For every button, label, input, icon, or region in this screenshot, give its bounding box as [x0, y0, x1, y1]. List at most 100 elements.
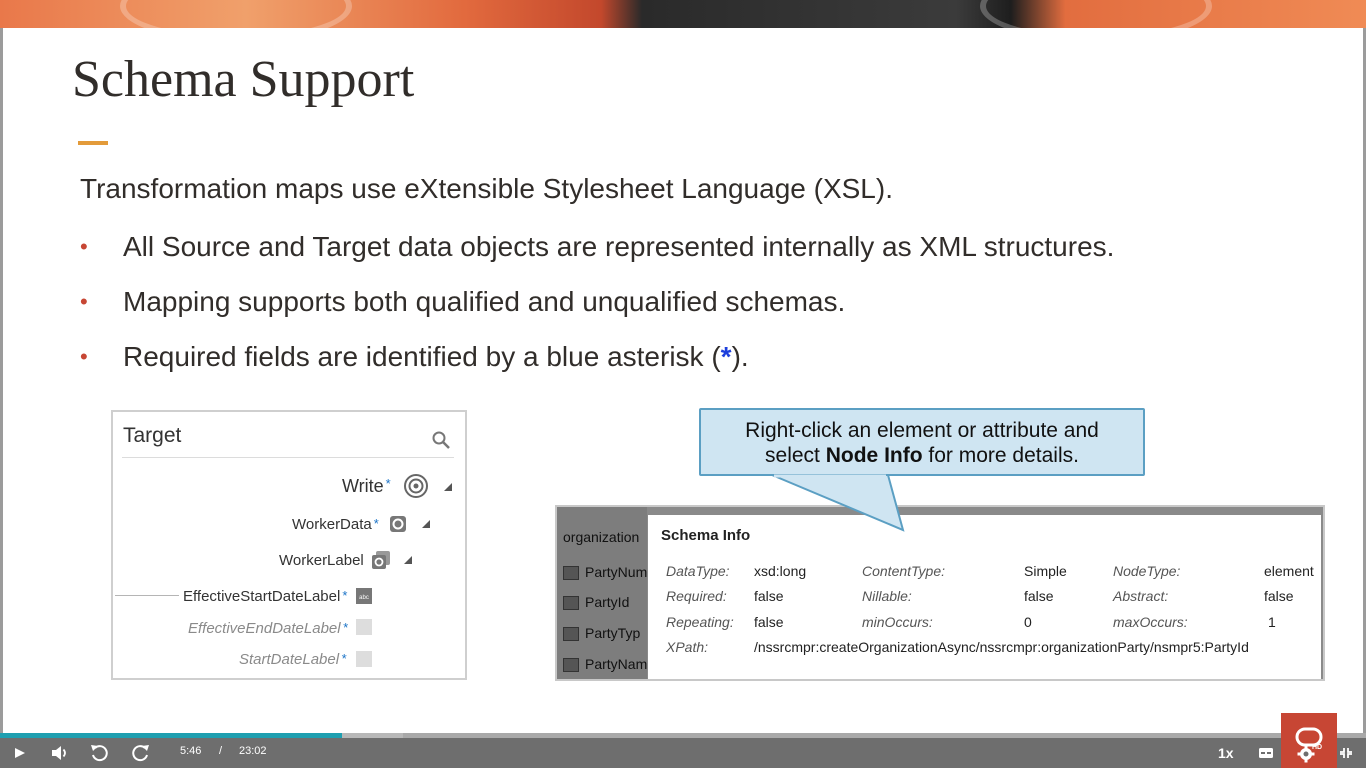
banner-wave	[980, 0, 1212, 28]
type-icon	[563, 658, 579, 673]
schema-info-screenshot: organization PartyNum PartyId PartyTyp P…	[555, 505, 1325, 681]
abstract-label: Abstract:	[1113, 588, 1169, 604]
string-type-icon	[356, 651, 372, 667]
repeating-element-icon	[372, 551, 390, 569]
node-effective-end[interactable]: EffectiveEndDateLabel *	[188, 620, 348, 637]
volume-icon[interactable]	[50, 742, 70, 764]
nillable-label: Nillable:	[862, 588, 912, 604]
tree-item[interactable]: PartyTyp	[563, 625, 641, 642]
tree-item-label: PartyNam	[585, 656, 648, 672]
time-separator: /	[219, 745, 223, 757]
expand-triangle-icon[interactable]	[422, 520, 430, 528]
title-underline	[78, 141, 108, 145]
contenttype-value: Simple	[1024, 563, 1067, 579]
banner-wave	[120, 0, 352, 28]
datatype-label: DataType:	[666, 563, 730, 579]
divider	[122, 457, 454, 458]
type-icon	[563, 627, 579, 642]
mapping-line	[115, 595, 179, 596]
playback-speed-button[interactable]: 1x	[1218, 742, 1234, 764]
node-effective-start[interactable]: EffectiveStartDateLabel *	[183, 588, 347, 605]
bullet-text-end: ).	[731, 341, 749, 372]
minoccurs-label: minOccurs:	[862, 614, 933, 630]
hd-badge: HD	[1312, 744, 1323, 751]
node-write[interactable]: Write *	[342, 476, 391, 497]
tree-item-label: organization	[563, 529, 640, 545]
nodetype-value: element	[1264, 563, 1314, 579]
play-icon[interactable]	[12, 742, 28, 764]
rewind-icon[interactable]	[89, 742, 111, 764]
datatype-value: xsd:long	[754, 563, 807, 579]
search-icon[interactable]	[431, 430, 451, 450]
slide-title: Schema Support	[72, 51, 415, 108]
xpath-value: /nssrcmpr:createOrganizationAsync/nssrcm…	[754, 639, 1249, 655]
tree-item[interactable]: PartyNam	[563, 656, 648, 673]
nillable-value: false	[1024, 588, 1054, 604]
required-label: Required:	[666, 588, 727, 604]
target-panel-title: Target	[123, 424, 182, 447]
bullet-item: Mapping supports both qualified and unqu…	[80, 283, 1114, 338]
maxoccurs-label: maxOccurs:	[1113, 614, 1188, 630]
tree-item[interactable]: organization	[563, 529, 639, 545]
source-tree: organization PartyNum PartyId PartyTyp P…	[557, 507, 647, 679]
type-icon	[563, 566, 579, 581]
node-start-date[interactable]: StartDateLabel *	[239, 651, 346, 668]
callout-text: for more details.	[922, 444, 1079, 467]
callout-line-2: select Node Info for more details.	[701, 443, 1143, 468]
svg-text:abc: abc	[359, 595, 369, 601]
tree-item[interactable]: PartyId	[563, 594, 630, 611]
bullet-list: All Source and Target data objects are r…	[80, 228, 1114, 393]
callout-pointer	[771, 474, 905, 532]
video-player-bar	[0, 733, 1366, 768]
abstract-value: false	[1264, 588, 1294, 604]
node-label: EffectiveEndDateLabel	[188, 620, 341, 637]
callout-bold-text: Node Info	[825, 444, 923, 467]
tree-item-label: PartyTyp	[585, 625, 641, 641]
duration: 23:02	[239, 745, 267, 757]
string-type-icon: abc	[356, 588, 372, 604]
target-panel: Target Write * WorkerData * WorkerLabel Ef…	[111, 410, 467, 680]
maxoccurs-value: 1	[1268, 614, 1276, 630]
forward-icon[interactable]	[129, 742, 151, 764]
captions-icon[interactable]	[1258, 742, 1274, 764]
xpath-label: XPath:	[666, 639, 709, 655]
element-icon	[390, 516, 406, 532]
lead-text: Transformation maps use eXtensible Style…	[80, 173, 893, 204]
contenttype-label: ContentType:	[862, 563, 946, 579]
schema-info-title: Schema Info	[661, 527, 751, 544]
slide-left-edge	[0, 28, 3, 733]
node-label: EffectiveStartDateLabel	[183, 588, 341, 605]
fullscreen-exit-icon[interactable]	[1338, 742, 1354, 764]
callout-line-1: Right-click an element or attribute and	[745, 419, 1099, 442]
string-type-icon	[356, 619, 372, 635]
target-circle-icon	[404, 474, 428, 498]
node-worker-label[interactable]: WorkerLabel	[279, 552, 364, 569]
node-worker-data[interactable]: WorkerData *	[292, 516, 379, 533]
tree-item-label: PartyId	[585, 594, 630, 610]
required-asterisk: *	[373, 516, 379, 531]
tree-item-label: PartyNum	[585, 564, 648, 580]
tree-item[interactable]: PartyNum	[563, 564, 648, 581]
callout-text: select	[765, 444, 826, 467]
expand-triangle-icon[interactable]	[444, 483, 452, 491]
bullet-text: Required fields are identified by a blue…	[123, 341, 721, 372]
progress-played[interactable]	[0, 733, 342, 738]
current-time: 5:46	[180, 745, 202, 757]
blue-asterisk: *	[720, 341, 732, 372]
nodetype-label: NodeType:	[1113, 563, 1181, 579]
minoccurs-value: 0	[1024, 614, 1032, 630]
required-value: false	[754, 588, 784, 604]
required-asterisk: *	[341, 651, 347, 666]
callout-box: Right-click an element or attribute and …	[699, 408, 1145, 476]
repeating-label: Repeating:	[666, 614, 734, 630]
bullet-item: Required fields are identified by a blue…	[80, 338, 1114, 393]
required-asterisk: *	[342, 620, 348, 635]
bullet-item: All Source and Target data objects are r…	[80, 228, 1114, 283]
type-icon	[563, 596, 579, 611]
decorative-banner	[0, 0, 1366, 28]
node-label: StartDateLabel	[239, 651, 340, 668]
repeating-value: false	[754, 614, 784, 630]
expand-triangle-icon[interactable]	[404, 556, 412, 564]
required-asterisk: *	[342, 588, 348, 603]
node-label: Write	[342, 476, 384, 496]
